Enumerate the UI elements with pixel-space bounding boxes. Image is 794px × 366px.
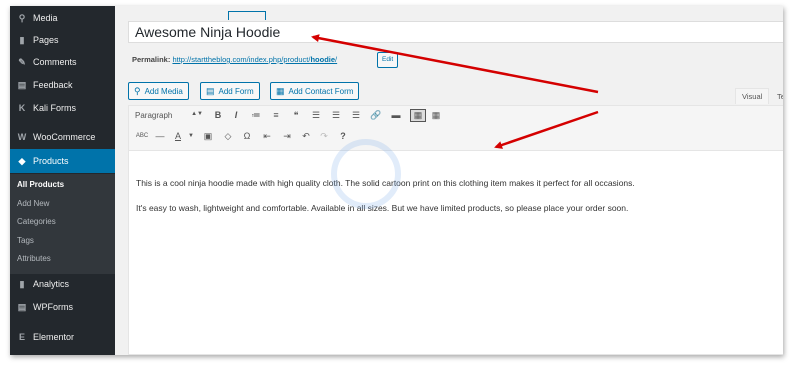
sidebar-item-kali-forms[interactable]: K Kali Forms — [10, 98, 115, 118]
sidebar-item-comments[interactable]: ✎ Comments — [10, 52, 115, 72]
sidebar-item-label: Products — [33, 156, 69, 166]
post-title-input[interactable]: Awesome Ninja Hoodie — [128, 21, 783, 43]
media-icon: ⚲ — [18, 12, 26, 23]
special-character-icon[interactable]: Ω — [240, 131, 254, 141]
admin-sidebar: ⚲ Media ▮ Pages ✎ Comments ▤ Feedback K Kali … — [10, 6, 115, 355]
redo-icon[interactable]: ↷ — [317, 131, 331, 142]
strikethrough-icon[interactable]: ABC — [135, 133, 149, 139]
permalink-end: / — [335, 55, 338, 64]
sidebar-item-label: WPForms — [33, 302, 73, 312]
add-new-button-partial[interactable] — [228, 11, 266, 20]
permalink-label: Permalink: — [132, 55, 171, 64]
editor-content-area[interactable]: This is a cool ninja hoodie made with hi… — [128, 151, 783, 355]
numbered-list-icon[interactable]: ≡ — [269, 110, 283, 120]
pages-icon: ▮ — [19, 34, 25, 45]
sidebar-item-label: Media — [33, 13, 58, 23]
submenu-tags[interactable]: Tags — [17, 236, 34, 245]
sidebar-item-label: Pages — [33, 35, 59, 45]
align-center-icon[interactable]: ☰ — [329, 110, 343, 121]
add-media-button[interactable]: ⚲ Add Media — [128, 82, 189, 100]
align-right-icon[interactable]: ☰ — [349, 110, 363, 121]
form-embed-icon[interactable]: ▦ — [429, 110, 443, 121]
add-form-button[interactable]: ▤ Add Form — [200, 82, 260, 100]
align-left-icon[interactable]: ☰ — [309, 110, 323, 121]
contact-form-icon: ▦ — [276, 85, 285, 96]
sidebar-item-elementor[interactable]: E Elementor — [10, 327, 115, 347]
sidebar-item-label: WooCommerce — [33, 132, 96, 142]
woocommerce-icon: W — [17, 132, 27, 142]
editor-toolbar: Paragraph ▲▼ B I ≔ ≡ ❝ ☰ ☰ ☰ 🔗 ▬ ▦ ▦ ABC … — [128, 105, 783, 151]
products-submenu: All Products Add New Categories Tags Att… — [10, 174, 115, 274]
sidebar-item-feedback[interactable]: ▤ Feedback — [10, 75, 115, 95]
toolbar-toggle-icon[interactable]: ▦ — [410, 109, 426, 122]
sidebar-item-products[interactable]: ◆ Products — [10, 149, 115, 173]
submenu-attributes[interactable]: Attributes — [17, 254, 51, 263]
bold-icon[interactable]: B — [211, 110, 225, 120]
outdent-icon[interactable]: ⇤ — [260, 131, 274, 142]
sidebar-item-label: Feedback — [33, 80, 73, 90]
submenu-all-products[interactable]: All Products — [17, 180, 64, 189]
bullet-list-icon[interactable]: ≔ — [249, 110, 263, 121]
add-contact-form-button[interactable]: ▦ Add Contact Form — [270, 82, 360, 100]
sidebar-item-woocommerce[interactable]: W WooCommerce — [10, 127, 115, 147]
feedback-icon: ▤ — [17, 79, 27, 90]
add-media-label: Add Media — [144, 86, 183, 96]
content-paragraph-2: It's easy to wash, lightweight and comfo… — [136, 203, 629, 213]
sidebar-item-label: Kali Forms — [33, 103, 77, 113]
wordpress-window: ⚲ Media ▮ Pages ✎ Comments ▤ Feedback K Kali … — [10, 6, 783, 355]
sidebar-item-wpforms[interactable]: ▤ WPForms — [10, 297, 115, 317]
format-select-value: Paragraph — [135, 111, 173, 120]
indent-icon[interactable]: ⇥ — [280, 131, 294, 142]
editor-main: Awesome Ninja Hoodie Permalink: http://s… — [115, 6, 783, 355]
analytics-icon: ▮ — [19, 278, 25, 289]
chevron-down-icon: ▲▼ — [191, 111, 203, 117]
read-more-icon[interactable]: ▬ — [389, 110, 403, 120]
format-select[interactable]: Paragraph ▲▼ — [135, 111, 203, 123]
sidebar-item-pages[interactable]: ▮ Pages — [10, 30, 115, 50]
sidebar-item-label: Comments — [33, 57, 77, 67]
add-contact-form-label: Add Contact Form — [288, 86, 354, 96]
submenu-categories[interactable]: Categories — [17, 217, 56, 226]
italic-icon[interactable]: I — [229, 110, 243, 120]
permalink-edit-button[interactable]: Edit — [377, 52, 399, 68]
horizontal-line-icon[interactable]: — — [153, 131, 167, 141]
kali-forms-icon: K — [18, 103, 26, 113]
undo-icon[interactable]: ↶ — [299, 131, 313, 142]
content-paragraph-1: This is a cool ninja hoodie made with hi… — [136, 178, 635, 188]
comments-icon: ✎ — [18, 56, 26, 67]
form-icon: ▤ — [206, 85, 215, 96]
products-icon: ◆ — [18, 155, 26, 166]
permalink-slug: hoodie — [310, 55, 336, 64]
permalink-row: Permalink: http://starttheblog.com/index… — [132, 55, 337, 64]
tab-text[interactable]: Te — [771, 88, 783, 104]
wpforms-icon: ▤ — [17, 301, 27, 312]
sidebar-item-analytics[interactable]: ▮ Analytics — [10, 274, 115, 294]
elementor-icon: E — [18, 332, 25, 342]
blockquote-icon[interactable]: ❝ — [289, 110, 303, 121]
link-icon[interactable]: 🔗 — [369, 110, 383, 121]
clear-formatting-icon[interactable]: ◇ — [221, 131, 235, 142]
add-form-label: Add Form — [218, 86, 254, 96]
sidebar-item-label: Analytics — [33, 279, 70, 289]
media-icon: ⚲ — [134, 85, 141, 96]
help-icon[interactable]: ? — [336, 131, 350, 141]
permalink-link[interactable]: http://starttheblog.com/index.php/produc… — [172, 55, 337, 64]
sidebar-item-label: Elementor — [33, 332, 75, 342]
tab-visual[interactable]: Visual — [735, 88, 770, 104]
chevron-down-icon[interactable]: ▼ — [184, 133, 198, 139]
submenu-add-new[interactable]: Add New — [17, 199, 49, 208]
sidebar-item-media[interactable]: ⚲ Media — [10, 8, 115, 28]
text-color-icon[interactable]: A — [171, 131, 185, 141]
paste-text-icon[interactable]: ▣ — [201, 131, 215, 142]
permalink-base: http://starttheblog.com/index.php/produc… — [172, 55, 311, 64]
